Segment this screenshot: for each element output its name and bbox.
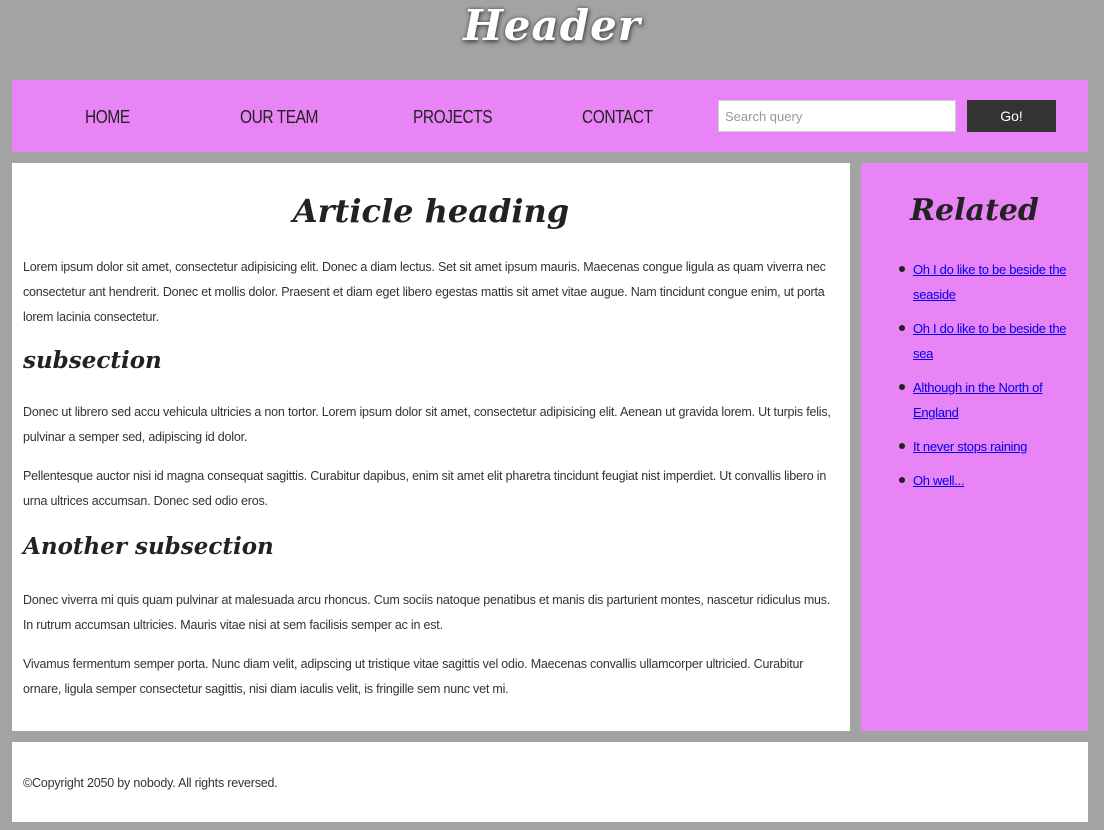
main-article: Article heading Lorem ipsum dolor sit am… [12,163,850,731]
related-sidebar: Related Oh I do like to be beside the se… [861,163,1088,731]
article-paragraph: Lorem ipsum dolor sit amet, consectetur … [23,260,826,324]
related-link-seaside[interactable]: Oh I do like to be beside the seaside [913,262,1066,302]
nav-projects-link[interactable]: PROJECTS [413,104,493,130]
nav-bar: HOME OUR TEAM PROJECTS CONTACT Go! [12,80,1088,152]
related-link-sea[interactable]: Oh I do like to be beside the sea [913,321,1066,361]
related-list-item: Although in the North of England [861,375,1088,425]
bullet-icon [899,477,905,483]
site-footer: ©Copyright 2050 by nobody. All rights re… [12,742,1088,822]
article-heading: Article heading [292,192,570,230]
subsection-heading: subsection [23,347,162,374]
related-link-oh-well[interactable]: Oh well... [913,473,964,488]
related-heading: Related [910,193,1039,228]
another-subsection-heading: Another subsection [23,533,274,560]
bullet-icon [899,325,905,331]
bullet-icon [899,443,905,449]
related-list-item: Oh I do like to be beside the seaside [861,257,1088,307]
related-list-item: Oh I do like to be beside the sea [861,316,1088,366]
article-paragraph: Donec viverra mi quis quam pulvinar at m… [23,593,831,632]
nav-contact-link[interactable]: CONTACT [582,104,653,130]
article-paragraph: Donec ut librero sed accu vehicula ultri… [23,405,831,444]
nav-our-team-link[interactable]: OUR TEAM [240,104,318,130]
site-header: Header [0,0,1104,80]
related-list-item: It never stops raining [861,434,1088,459]
site-title: Header [463,1,641,50]
article-paragraph: Pellentesque auctor nisi id magna conseq… [23,469,827,508]
bullet-icon [899,266,905,272]
search-go-button[interactable]: Go! [967,100,1056,132]
article-paragraph: Vivamus fermentum semper porta. Nunc dia… [23,657,804,696]
copyright-text: ©Copyright 2050 by nobody. All rights re… [23,776,278,790]
nav-home-link[interactable]: HOME [85,104,130,130]
related-list-item: Oh well... [861,468,1088,493]
related-link-north-of-england[interactable]: Although in the North of England [913,380,1043,420]
related-link-never-stops-raining[interactable]: It never stops raining [913,439,1027,454]
related-links-list: Oh I do like to be beside the seaside Oh… [861,257,1088,493]
bullet-icon [899,384,905,390]
search-input[interactable] [718,100,956,132]
